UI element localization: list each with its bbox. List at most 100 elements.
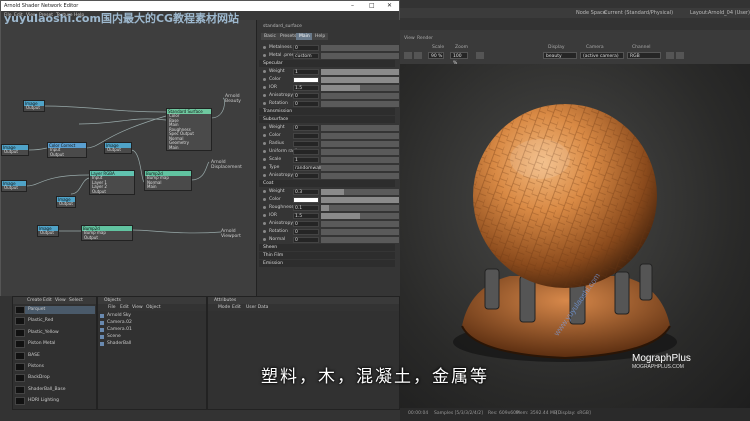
node-port[interactable]: Output	[57, 201, 75, 207]
attribute-slider[interactable]	[321, 100, 399, 107]
attribute-value-field[interactable]	[293, 148, 319, 155]
node-graph-canvas[interactable]: Image Output Image Output Color Correct Input…	[1, 20, 256, 296]
attribute-slider[interactable]	[321, 148, 399, 155]
attribute-section-header[interactable]: Coat	[259, 180, 395, 187]
attribute-value-field[interactable]: 0	[293, 172, 319, 179]
shader-node[interactable]: Image Output	[23, 100, 45, 112]
attribute-section-header[interactable]: Specular	[259, 60, 395, 67]
attribute-slider[interactable]	[321, 132, 399, 139]
attribute-value-field[interactable]: randomwalk	[293, 164, 323, 171]
maximize-icon[interactable]: □	[369, 2, 375, 9]
attribute-slider[interactable]	[321, 164, 399, 171]
shader-node[interactable]: Image Output	[104, 142, 132, 154]
keyframe-dot-icon[interactable]	[263, 230, 266, 233]
keyframe-dot-icon[interactable]	[263, 102, 266, 105]
attribute-slider[interactable]	[321, 92, 399, 99]
shader-node[interactable]: Standard Surface Color Base Main Roughness Sp…	[166, 108, 212, 151]
attribute-value-field[interactable]: 0	[293, 228, 319, 235]
attribute-value-field[interactable]: 0.3	[293, 188, 319, 195]
layout-dropdown[interactable]: Arnold_04 (User)	[708, 10, 750, 16]
attribute-slider[interactable]	[321, 156, 399, 163]
node-space-dropdown[interactable]: Current (Standard/Physical)	[604, 10, 673, 16]
attribute-slider[interactable]	[321, 76, 399, 83]
keyframe-dot-icon[interactable]	[263, 46, 266, 49]
render-menu[interactable]: Render	[417, 36, 433, 41]
keyframe-dot-icon[interactable]	[263, 190, 266, 193]
scale-field[interactable]: 90 %	[428, 52, 444, 59]
keyframe-dot-icon[interactable]	[263, 126, 266, 129]
shader-node[interactable]: Image Output	[1, 180, 27, 192]
shader-node[interactable]: Image Output	[56, 196, 76, 208]
material-item[interactable]: BASE	[15, 351, 95, 360]
view-menu[interactable]: View	[404, 36, 415, 41]
channel-dropdown[interactable]: RGB	[627, 52, 661, 59]
attribute-value-field[interactable]: 0	[293, 236, 319, 243]
node-port[interactable]: Main	[145, 184, 191, 190]
play-icon[interactable]	[404, 52, 412, 59]
attribute-slider[interactable]	[321, 204, 399, 211]
attribute-slider[interactable]	[321, 84, 399, 91]
attribute-value-field[interactable]: 0.1	[293, 204, 319, 211]
minimize-icon[interactable]: –	[351, 2, 354, 9]
shader-node[interactable]: Color Correct Input Output	[47, 142, 87, 158]
node-port[interactable]: Output	[2, 185, 26, 191]
tab-main[interactable]: Main	[296, 33, 313, 40]
shader-node[interactable]: Image Output	[37, 225, 59, 237]
keyframe-dot-icon[interactable]	[263, 222, 266, 225]
keyframe-dot-icon[interactable]	[263, 142, 266, 145]
shader-node[interactable]: Bump2d Bump map Normal Main	[144, 170, 192, 191]
attribute-slider[interactable]	[321, 236, 399, 243]
zoom-field[interactable]: 100 %	[450, 52, 468, 66]
keyframe-dot-icon[interactable]	[263, 166, 266, 169]
attribute-value-field[interactable]: custom	[293, 52, 319, 59]
keyframe-dot-icon[interactable]	[263, 78, 266, 81]
attribute-slider[interactable]	[321, 228, 399, 235]
attribute-slider[interactable]	[321, 212, 399, 219]
node-port[interactable]: Output	[90, 189, 134, 195]
keyframe-dot-icon[interactable]	[263, 238, 266, 241]
close-icon[interactable]: ✕	[387, 2, 392, 9]
keyframe-dot-icon[interactable]	[263, 214, 266, 217]
keyframe-dot-icon[interactable]	[263, 150, 266, 153]
display-dropdown[interactable]: beauty	[543, 52, 577, 59]
attribute-value-field[interactable]: 0	[293, 124, 319, 131]
node-port[interactable]: Output	[24, 105, 44, 111]
keyframe-dot-icon[interactable]	[263, 158, 266, 161]
keyframe-dot-icon[interactable]	[263, 54, 266, 57]
node-port[interactable]: Output	[48, 152, 86, 158]
attribute-slider[interactable]	[321, 220, 399, 227]
attribute-value-field[interactable]: 1	[293, 68, 319, 75]
attribute-value-field[interactable]: 1.5	[293, 212, 319, 219]
attribute-value-field[interactable]: 0	[293, 44, 319, 51]
node-port[interactable]: Output	[82, 235, 132, 241]
object-row[interactable]: Camera.01	[100, 327, 204, 333]
keyframe-dot-icon[interactable]	[263, 70, 266, 73]
object-row[interactable]: Camera.02	[100, 320, 204, 326]
shader-node[interactable]: Layer RGBA Input Layer 1 Layer 2 Output	[89, 170, 135, 195]
output-arnold-displacement[interactable]: Arnold Displacement	[211, 160, 256, 170]
keyframe-dot-icon[interactable]	[263, 86, 266, 89]
attribute-section-header[interactable]: Sheen	[259, 244, 395, 251]
camera-dropdown[interactable]: (active camera)	[580, 52, 624, 59]
attribute-value-field[interactable]: 0	[293, 92, 319, 99]
attribute-slider[interactable]	[321, 188, 399, 195]
material-item[interactable]: HDRI Lighting	[15, 397, 95, 406]
output-arnold-viewport[interactable]: Arnold Viewport	[221, 229, 256, 239]
keyframe-dot-icon[interactable]	[263, 198, 266, 201]
shader-node[interactable]: Bump2d Bump map Output	[81, 225, 133, 241]
object-row[interactable]: ShaderBall	[100, 341, 204, 347]
snapshot-icon[interactable]	[666, 52, 674, 59]
attribute-slider[interactable]	[321, 172, 399, 179]
shader-node[interactable]: Image Output	[1, 144, 29, 156]
material-item[interactable]: Piston Metal	[15, 340, 95, 349]
camera-icon[interactable]	[676, 52, 684, 59]
attribute-value-field[interactable]	[293, 132, 319, 139]
attribute-slider[interactable]	[321, 68, 399, 75]
attribute-value-field[interactable]: 0	[293, 220, 319, 227]
attribute-slider[interactable]	[321, 44, 399, 51]
attribute-value-field[interactable]: 1.5	[293, 84, 319, 91]
fit-icon[interactable]	[476, 52, 484, 59]
node-port[interactable]: Main	[167, 145, 211, 151]
object-row[interactable]: Arnold Sky	[100, 313, 204, 319]
attribute-slider[interactable]	[321, 140, 399, 147]
